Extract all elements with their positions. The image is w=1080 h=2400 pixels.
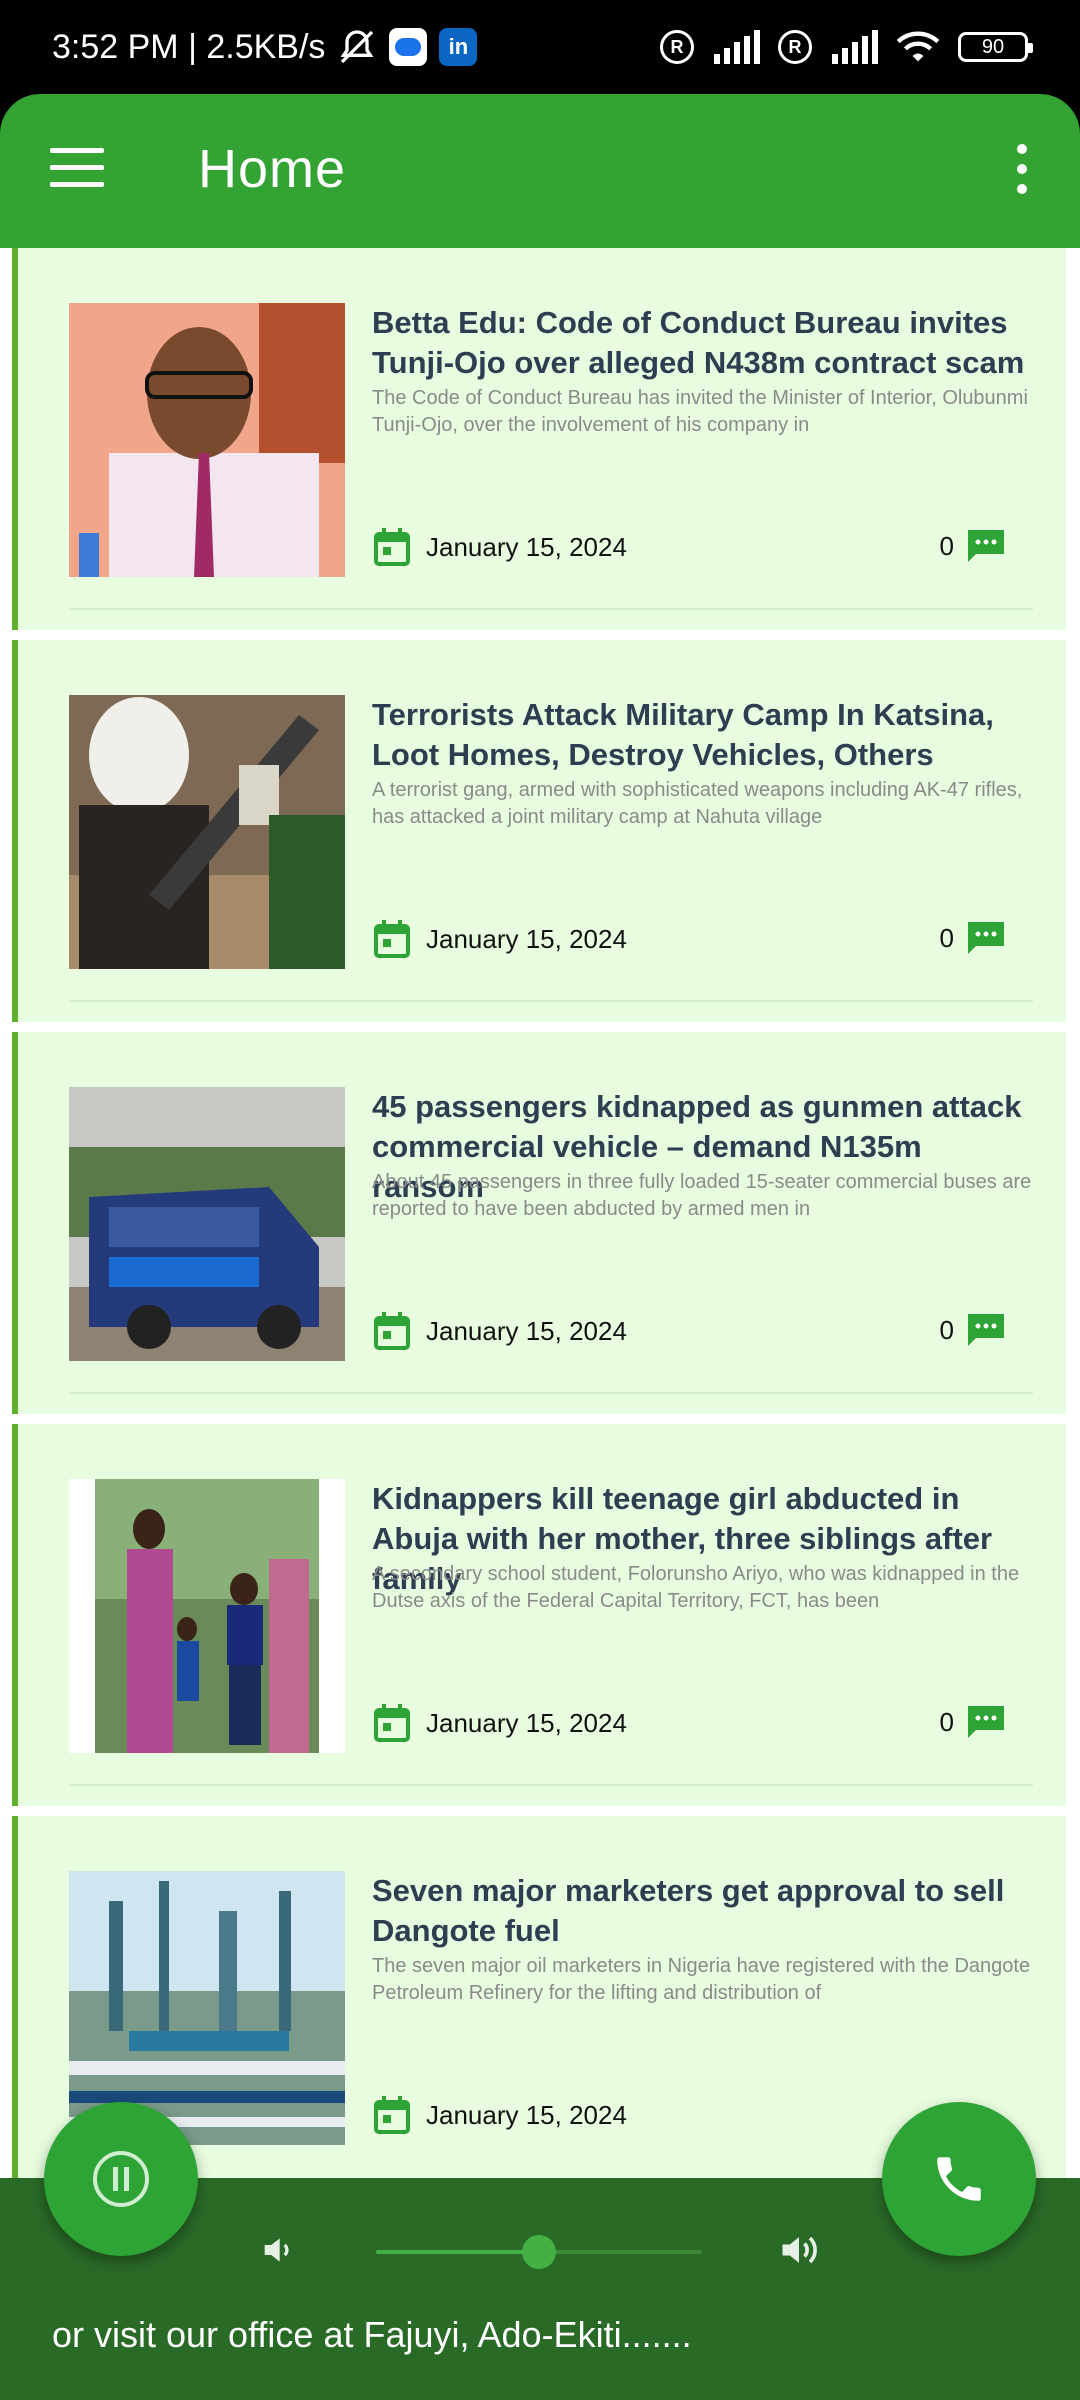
volume-up-icon[interactable]: [776, 2228, 822, 2272]
pause-button[interactable]: [44, 2102, 198, 2256]
pause-icon: [93, 2151, 149, 2207]
phone-icon: [937, 2157, 981, 2201]
article-card[interactable]: 45 passengers kidnapped as gunmen attack…: [12, 1032, 1066, 1414]
article-excerpt: The Code of Conduct Bureau has invited t…: [372, 387, 1028, 436]
hamburger-menu-icon[interactable]: [50, 148, 104, 188]
signal-icon: [830, 30, 878, 64]
article-excerpt: About 45 passengers in three fully loade…: [372, 1171, 1032, 1220]
article-thumbnail[interactable]: [69, 695, 345, 969]
article-card[interactable]: Terrorists Attack Military Camp In Katsi…: [12, 640, 1066, 1022]
battery-level: 90: [981, 35, 1005, 58]
more-options-icon[interactable]: [1014, 144, 1030, 194]
comment-count-value: 0: [939, 1706, 954, 1737]
volume-slider[interactable]: [376, 2235, 702, 2269]
article-title[interactable]: Betta Edu: Code of Conduct Bureau invite…: [372, 303, 1032, 383]
article-card[interactable]: Kidnappers kill teenage girl abducted in…: [12, 1424, 1066, 1806]
article-date: January 15, 2024: [374, 528, 627, 566]
date-label: January 15, 2024: [426, 2099, 627, 2130]
date-label: January 15, 2024: [426, 923, 627, 954]
news-feed[interactable]: Betta Edu: Code of Conduct Bureau invite…: [0, 248, 1080, 2178]
volume-down-icon[interactable]: [258, 2230, 298, 2270]
comment-count-value: 0: [939, 1314, 954, 1345]
comment-icon[interactable]: [966, 920, 1006, 956]
article-date: January 15, 2024: [374, 2096, 627, 2134]
article-card[interactable]: Betta Edu: Code of Conduct Bureau invite…: [12, 248, 1066, 630]
article-title[interactable]: Terrorists Attack Military Camp In Katsi…: [372, 695, 1032, 775]
mute-icon: [337, 27, 377, 67]
linkedin-icon: in: [439, 28, 478, 66]
roaming-icon: R: [660, 30, 694, 64]
volume-slider-fill: [376, 2250, 539, 2254]
app-bar: Home: [0, 94, 1080, 248]
divider: [69, 1000, 1033, 1002]
comment-icon[interactable]: [966, 1312, 1006, 1348]
messages-app-icon: [389, 28, 428, 66]
comment-count[interactable]: 0: [940, 920, 1006, 956]
calendar-icon: [374, 920, 410, 958]
calendar-icon: [374, 528, 410, 566]
divider: [69, 1392, 1033, 1394]
ticker-text: or visit our office at Fajuyi, Ado-Ekiti…: [52, 2314, 692, 2355]
divider: [69, 608, 1033, 610]
comment-count-value: 0: [939, 922, 954, 953]
roaming-icon: R: [778, 30, 812, 64]
calendar-icon: [374, 1312, 410, 1350]
volume-slider-thumb[interactable]: [522, 2235, 556, 2269]
article-date: January 15, 2024: [374, 1312, 627, 1350]
article-excerpt: A terrorist gang, armed with sophisticat…: [372, 779, 1023, 828]
comment-count[interactable]: 0: [940, 1312, 1006, 1348]
calendar-icon: [374, 2096, 410, 2134]
article-thumbnail[interactable]: [69, 1479, 345, 1753]
wifi-icon: [896, 29, 940, 65]
article-date: January 15, 2024: [374, 1704, 627, 1742]
divider: [69, 1784, 1033, 1786]
comment-icon[interactable]: [966, 1704, 1006, 1740]
comment-count[interactable]: 0: [940, 1704, 1006, 1740]
article-date: January 15, 2024: [374, 920, 627, 958]
call-button[interactable]: [882, 2102, 1036, 2256]
date-label: January 15, 2024: [426, 531, 627, 562]
article-excerpt: The seven major oil marketers in Nigeria…: [372, 1955, 1031, 2004]
calendar-icon: [374, 1704, 410, 1742]
article-excerpt: A secondary school student, Folorunsho A…: [372, 1563, 1020, 1612]
article-thumbnail[interactable]: [69, 303, 345, 577]
battery-icon: 90: [958, 32, 1033, 62]
date-label: January 15, 2024: [426, 1707, 627, 1738]
status-bar: 3:52 PM | 2.5KB/s in R R 90: [0, 0, 1080, 94]
comment-count[interactable]: 0: [940, 528, 1006, 564]
article-title[interactable]: Seven major marketers get approval to se…: [372, 1871, 1032, 1951]
comment-icon[interactable]: [966, 528, 1006, 564]
status-time: 3:52 PM | 2.5KB/s: [52, 27, 326, 66]
date-label: January 15, 2024: [426, 1315, 627, 1346]
page-title: Home: [198, 139, 347, 199]
comment-count-value: 0: [939, 530, 954, 561]
article-thumbnail[interactable]: [69, 1087, 345, 1361]
signal-icon: [712, 30, 760, 64]
